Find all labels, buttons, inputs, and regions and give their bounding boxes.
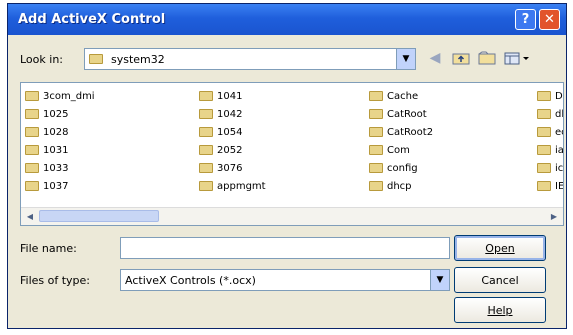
list-item[interactable]: 1033	[25, 159, 95, 177]
folder-icon	[537, 163, 551, 173]
folder-icon	[25, 163, 39, 173]
list-item[interactable]: ec	[537, 123, 563, 141]
scroll-thumb[interactable]	[39, 210, 159, 222]
folder-icon	[537, 109, 551, 119]
look-in-label: Look in:	[20, 52, 63, 66]
folder-icon	[199, 145, 213, 155]
list-item[interactable]: 1031	[25, 141, 95, 159]
folder-icon	[537, 127, 551, 137]
folder-icon	[537, 91, 551, 101]
look-in-row: Look in: system32 ▼ ◀	[20, 46, 554, 72]
open-button-label: Open	[485, 241, 515, 255]
file-type-row: Files of type:	[20, 268, 90, 292]
file-type-value: ActiveX Controls (*.ocx)	[125, 273, 256, 287]
view-menu-icon[interactable]	[502, 47, 532, 69]
list-item[interactable]: Dr	[537, 87, 563, 105]
file-name-label: File name:	[20, 241, 77, 255]
folder-icon	[25, 127, 39, 137]
folder-icon	[369, 127, 383, 137]
window-title: Add ActiveX Control	[18, 12, 166, 27]
list-item[interactable]: dhcp	[369, 177, 433, 195]
folder-icon	[369, 145, 383, 155]
folder-icon	[369, 91, 383, 101]
folder-icon	[89, 54, 103, 64]
list-item[interactable]: dl	[537, 105, 563, 123]
list-item[interactable]: CatRoot2	[369, 123, 433, 141]
list-item[interactable]: 1041	[199, 87, 266, 105]
list-item[interactable]: 3com_dmi	[25, 87, 95, 105]
file-type-label: Files of type:	[20, 273, 91, 287]
add-activex-dialog: Add ActiveX Control ? ✕ Look in: system3…	[7, 3, 567, 329]
list-item[interactable]: 1042	[199, 105, 266, 123]
help-button-label: Help	[487, 303, 513, 317]
list-item[interactable]: config	[369, 159, 433, 177]
cancel-button[interactable]: Cancel	[454, 267, 546, 293]
folder-icon	[537, 145, 551, 155]
folder-icon	[199, 109, 213, 119]
list-item[interactable]: 3076	[199, 159, 266, 177]
list-item[interactable]: CatRoot	[369, 105, 433, 123]
list-item[interactable]: 2052	[199, 141, 266, 159]
folder-icon	[199, 91, 213, 101]
up-folder-icon[interactable]	[450, 47, 472, 69]
folder-icon	[199, 163, 213, 173]
close-button[interactable]: ✕	[539, 9, 560, 30]
scroll-right-icon[interactable]: ▶	[546, 209, 562, 224]
list-item[interactable]: appmgmt	[199, 177, 266, 195]
list-item[interactable]: Com	[369, 141, 433, 159]
folder-icon	[537, 181, 551, 191]
folder-icon	[369, 181, 383, 191]
folder-icon	[369, 109, 383, 119]
list-item[interactable]: IE	[537, 177, 563, 195]
open-button[interactable]: Open	[454, 235, 546, 261]
horizontal-scrollbar[interactable]: ◀ ▶	[21, 207, 563, 225]
list-item[interactable]: 1025	[25, 105, 95, 123]
folder-icon	[369, 163, 383, 173]
folder-icon	[25, 109, 39, 119]
title-bar[interactable]: Add ActiveX Control ? ✕	[8, 4, 566, 35]
list-item[interactable]: ia	[537, 141, 563, 159]
folder-icon	[25, 145, 39, 155]
list-item[interactable]: ic	[537, 159, 563, 177]
list-item[interactable]: 1054	[199, 123, 266, 141]
back-icon[interactable]: ◀	[424, 47, 446, 69]
look-in-dropdown[interactable]: system32 ▼	[84, 48, 416, 70]
cancel-button-label: Cancel	[481, 273, 519, 287]
folder-icon	[25, 91, 39, 101]
file-list[interactable]: 3com_dmi 1025 1028 1031 1033 1037 1041 1…	[20, 82, 564, 226]
list-item[interactable]: 1028	[25, 123, 95, 141]
help-button[interactable]: Help	[454, 297, 546, 323]
new-folder-icon[interactable]	[476, 47, 498, 69]
file-name-row: File name:	[20, 236, 77, 260]
help-title-button[interactable]: ?	[515, 9, 536, 30]
chevron-down-icon[interactable]: ▼	[430, 270, 449, 290]
file-type-dropdown[interactable]: ActiveX Controls (*.ocx) ▼	[120, 269, 450, 291]
file-name-input[interactable]	[120, 237, 450, 259]
list-item[interactable]: Cache	[369, 87, 433, 105]
folder-icon	[199, 127, 213, 137]
scroll-left-icon[interactable]: ◀	[22, 209, 38, 224]
folder-icon	[25, 181, 39, 191]
folder-icon	[199, 181, 213, 191]
list-item[interactable]: 1037	[25, 177, 95, 195]
chevron-down-icon[interactable]: ▼	[396, 49, 415, 69]
look-in-value: system32	[111, 52, 165, 66]
